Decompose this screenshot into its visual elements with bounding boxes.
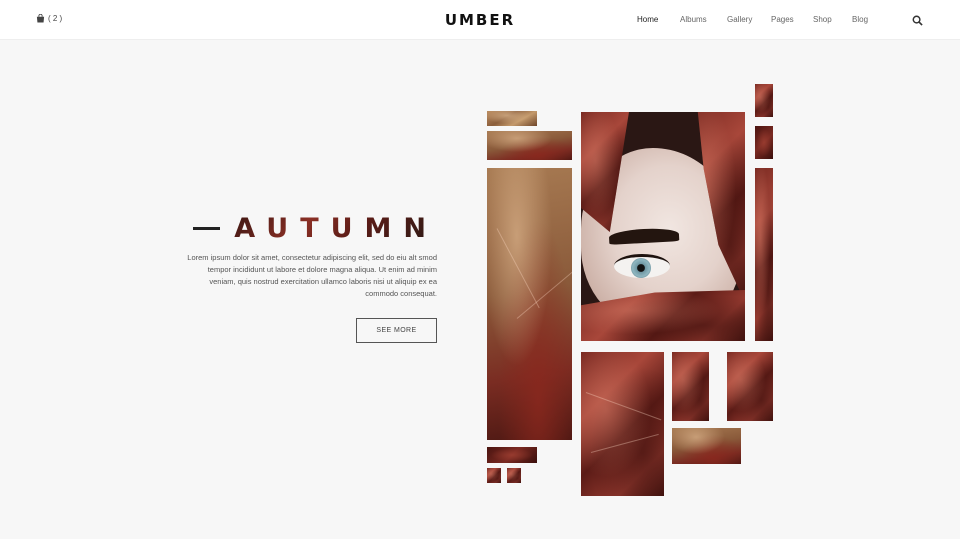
mosaic-tile[interactable] — [672, 352, 709, 421]
nav-pages[interactable]: Pages — [771, 15, 794, 24]
mosaic-tile[interactable] — [487, 111, 537, 126]
nav-blog[interactable]: Blog — [852, 15, 868, 24]
nav-shop[interactable]: Shop — [813, 15, 832, 24]
mosaic-tile[interactable] — [755, 126, 773, 159]
mosaic-tile[interactable] — [755, 84, 773, 117]
nav-albums[interactable]: Albums — [680, 15, 707, 24]
nav-gallery[interactable]: Gallery — [727, 15, 752, 24]
mosaic-tile[interactable] — [755, 168, 773, 341]
see-more-button[interactable]: SEE MORE — [356, 318, 437, 343]
title-dash — [193, 226, 221, 230]
eye — [614, 254, 670, 278]
portrait-image[interactable] — [581, 112, 745, 341]
main-nav: Home Albums Gallery Pages Shop Blog — [0, 15, 960, 27]
mosaic-tile[interactable] — [507, 468, 521, 483]
nav-home[interactable]: Home — [637, 15, 658, 24]
mosaic-tile[interactable] — [487, 168, 572, 440]
site-header: ( 2 ) UMBER Home Albums Gallery Pages Sh… — [0, 0, 960, 40]
mosaic-tile[interactable] — [487, 131, 572, 160]
mosaic-tile[interactable] — [672, 428, 741, 464]
mosaic-tile[interactable] — [487, 468, 501, 483]
mosaic-tile[interactable] — [581, 352, 664, 496]
mosaic-tile[interactable] — [487, 447, 537, 463]
hero-description: Lorem ipsum dolor sit amet, consectetur … — [187, 253, 437, 298]
mosaic-tile[interactable] — [727, 352, 773, 421]
hero-title-text: AUTUMN — [234, 212, 438, 244]
search-icon[interactable] — [912, 15, 923, 26]
hero-title: AUTUMN — [193, 212, 438, 244]
